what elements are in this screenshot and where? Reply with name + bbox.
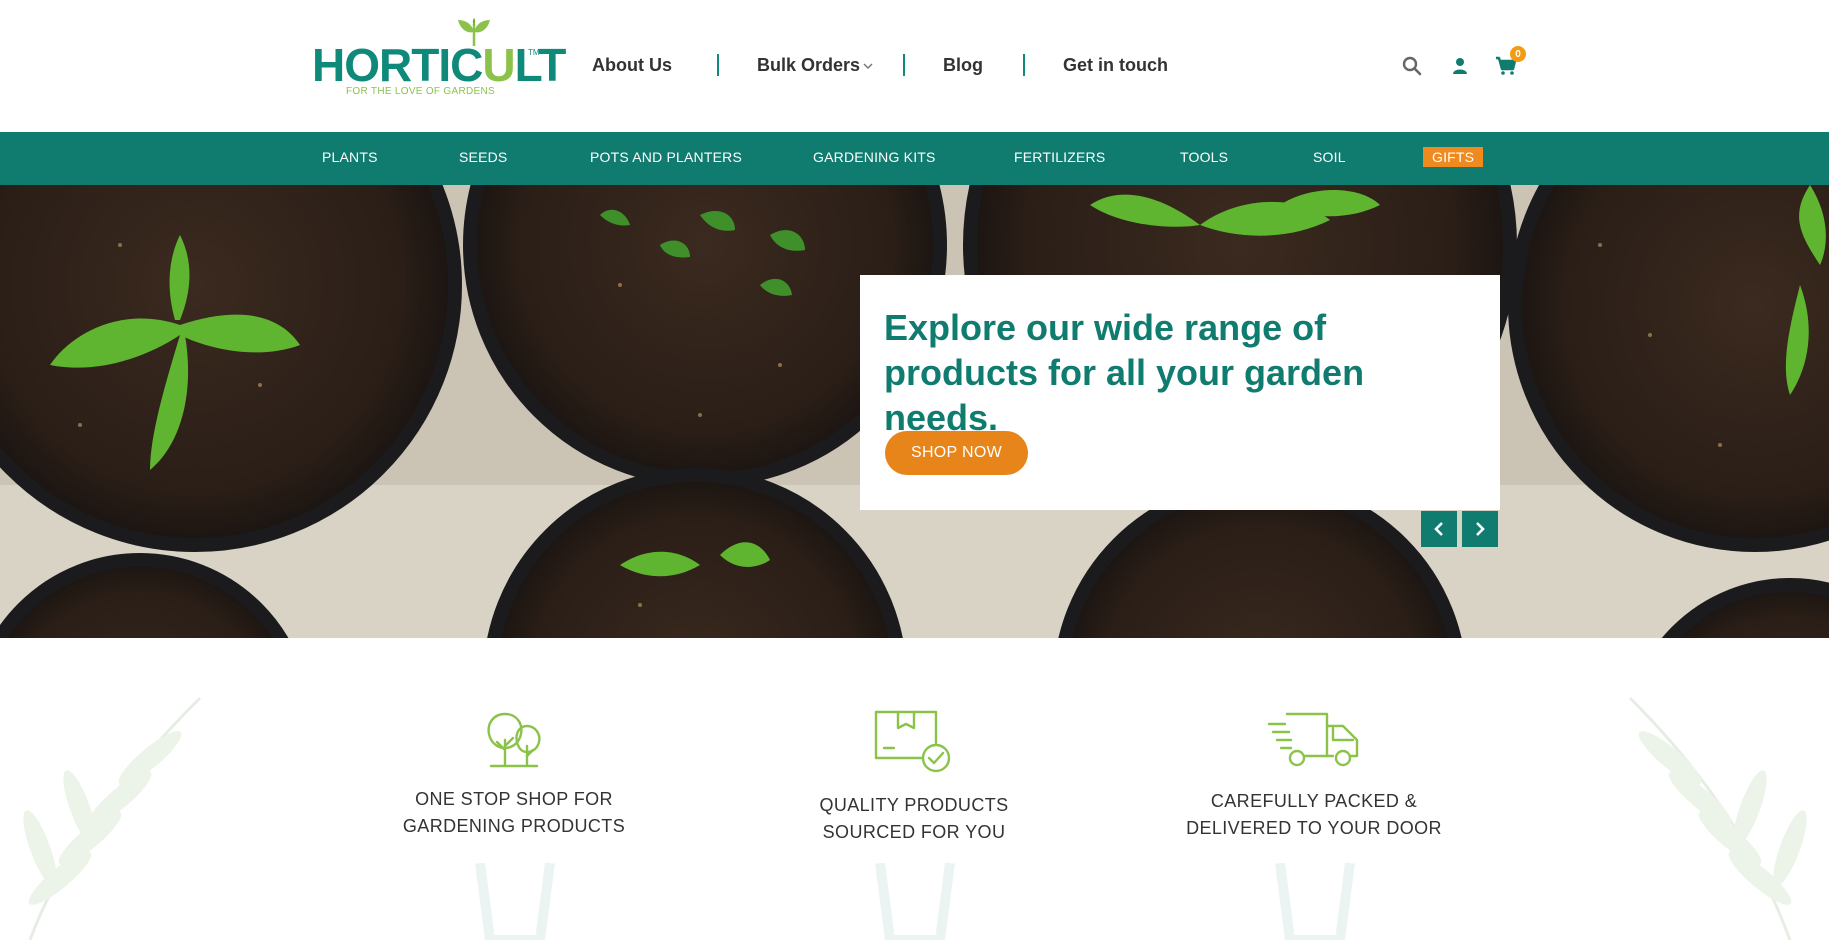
category-tools[interactable]: TOOLS	[1180, 149, 1228, 165]
feature-one-stop-shop: ONE STOP SHOP FOR GARDENING PRODUCTS	[364, 710, 664, 840]
category-bar: PLANTS SEEDS POTS AND PLANTERS GARDENING…	[0, 132, 1829, 185]
account-button[interactable]	[1446, 52, 1474, 80]
search-button[interactable]	[1398, 52, 1426, 80]
category-gifts[interactable]: GIFTS	[1423, 147, 1484, 167]
category-gardening-kits[interactable]: GARDENING KITS	[813, 149, 936, 165]
decorative-leaf-icon	[1628, 696, 1807, 940]
nav-divider	[717, 54, 719, 76]
category-seeds[interactable]: SEEDS	[459, 149, 507, 165]
feature-label: QUALITY PRODUCTS SOURCED FOR YOU	[819, 795, 1009, 842]
nav-bulk-orders-label: Bulk Orders	[757, 54, 861, 75]
chevron-left-icon	[1434, 522, 1443, 536]
decorative-planter-icon	[875, 863, 955, 940]
site-header: HORTICULT TM FOR THE LOVE OF GARDENS Abo…	[0, 0, 1829, 132]
chevron-right-icon	[1476, 522, 1485, 536]
nav-divider	[903, 54, 906, 76]
nav-blog[interactable]: Blog	[943, 55, 983, 76]
logo-trademark: TM	[528, 48, 540, 57]
search-icon	[1402, 56, 1422, 76]
slider-prev-button[interactable]	[1421, 511, 1457, 547]
feature-quality-products: QUALITY PRODUCTS SOURCED FOR YOU	[764, 710, 1064, 846]
hero-headline: Explore our wide range of products for a…	[884, 307, 1365, 438]
top-navigation: About Us Bulk Orders Blog Get in touch	[592, 50, 1168, 80]
logo-tagline: FOR THE LOVE OF GARDENS	[346, 86, 495, 97]
decorative-leaf-icon	[23, 696, 202, 940]
category-plants[interactable]: PLANTS	[322, 149, 378, 165]
category-soil[interactable]: SOIL	[1313, 149, 1346, 165]
decorative-planter-icon	[1275, 863, 1355, 940]
category-fertilizers[interactable]: FERTILIZERS	[1014, 149, 1105, 165]
feature-label: CAREFULLY PACKED & DELIVERED TO YOUR DOOR	[1186, 791, 1442, 838]
trees-icon	[487, 712, 541, 768]
chevron-down-icon	[863, 63, 873, 69]
shop-now-button[interactable]: SHOP NOW	[885, 431, 1028, 475]
cart-count-badge: 0	[1510, 46, 1526, 62]
delivery-truck-icon	[1267, 712, 1359, 767]
feature-packed-delivered: CAREFULLY PACKED & DELIVERED TO YOUR DOOR	[1164, 710, 1464, 842]
nav-divider	[1023, 54, 1026, 76]
decorative-planter-icon	[475, 863, 555, 940]
horticult-logo[interactable]: HORTICULT TM FOR THE LOVE OF GARDENS	[312, 18, 566, 100]
nav-about-us[interactable]: About Us	[592, 55, 672, 76]
slider-next-button[interactable]	[1462, 511, 1498, 547]
user-icon	[1453, 58, 1467, 74]
nav-get-in-touch[interactable]: Get in touch	[1063, 55, 1168, 76]
features-section: ONE STOP SHOP FOR GARDENING PRODUCTS QUAL…	[0, 638, 1829, 940]
header-icons: 0	[1398, 46, 1526, 80]
hero-promo-panel: Explore our wide range of products for a…	[860, 275, 1500, 510]
feature-label: ONE STOP SHOP FOR GARDENING PRODUCTS	[402, 789, 626, 836]
nav-bulk-orders[interactable]: Bulk Orders	[757, 55, 873, 76]
category-pots-and-planters[interactable]: POTS AND PLANTERS	[590, 149, 742, 165]
box-check-icon	[874, 710, 951, 773]
cart-button[interactable]: 0	[1492, 46, 1526, 80]
hero-banner: Explore our wide range of products for a…	[0, 185, 1829, 638]
